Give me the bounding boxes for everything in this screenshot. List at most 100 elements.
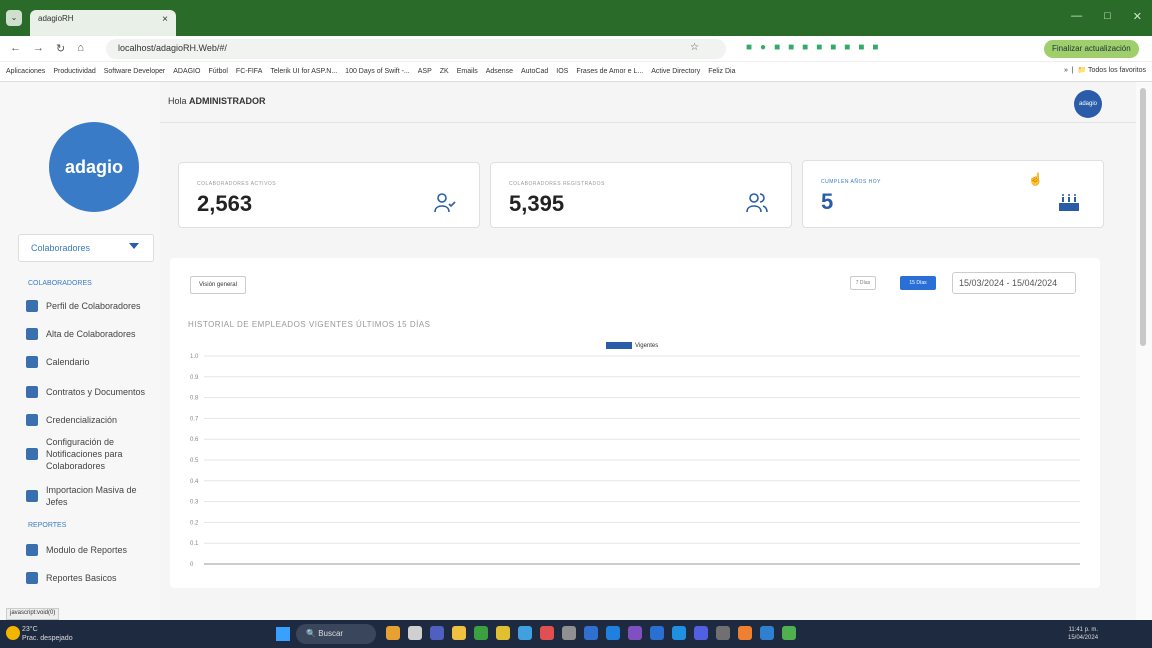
sidebar-item-notificaciones[interactable]: Configuración de Notificaciones para Col…: [26, 436, 156, 472]
bookmark-item[interactable]: Frases de Amor e L...: [576, 68, 643, 75]
bookmarks-more[interactable]: »: [1064, 67, 1068, 74]
bookmark-item[interactable]: Aplicaciones: [6, 68, 45, 75]
weather-widget[interactable]: 23°C Prac. despejado: [22, 625, 73, 643]
bookmark-star-icon[interactable]: ☆: [690, 42, 699, 53]
bookmark-item[interactable]: IOS: [556, 68, 568, 75]
windows-start-icon[interactable]: [276, 627, 290, 641]
sidebar-item-modulo-reportes[interactable]: Modulo de Reportes: [26, 544, 156, 556]
vscode-icon[interactable]: [650, 626, 664, 640]
greeting-text: Hola: [168, 96, 187, 106]
sidebar-item-perfil[interactable]: Perfil de Colaboradores: [26, 300, 156, 312]
card-value: 5: [821, 189, 834, 214]
users-icon: [26, 490, 38, 502]
browser-tab[interactable]: adagioRH ×: [30, 10, 176, 36]
app-icon[interactable]: [408, 626, 422, 640]
sidebar-item-reportes-basicos[interactable]: Reportes Basicos: [26, 572, 156, 584]
bookmark-item[interactable]: FC-FIFA: [236, 68, 262, 75]
tab-menu-button[interactable]: ⌄: [6, 10, 22, 26]
chrome-icon[interactable]: [474, 626, 488, 640]
cake-icon: [1057, 189, 1081, 219]
address-bar-row: ← → ↻ ⌂ localhost/adagioRH.Web/#/ ☆ ■●■■…: [0, 36, 1152, 62]
bookmark-item[interactable]: Software Developer: [104, 68, 165, 75]
sidebar: adagio Colaboradores COLABORADORES Perfi…: [0, 82, 160, 620]
sidebar-item-label: Modulo de Reportes: [46, 545, 128, 555]
y-tick-label: 0.5: [190, 458, 199, 464]
app-icon[interactable]: [760, 626, 774, 640]
bookmark-item[interactable]: Active Directory: [651, 68, 700, 75]
clock-time: 11:41 p. m.: [1068, 627, 1099, 633]
minimize-button[interactable]: —: [1071, 10, 1082, 23]
sidebar-item-alta[interactable]: Alta de Colaboradores: [26, 328, 156, 340]
chevron-down-icon: [129, 243, 139, 249]
sidebar-item-label: Perfil de Colaboradores: [46, 301, 141, 311]
bookmark-item[interactable]: Emails: [457, 68, 478, 75]
bookmark-item[interactable]: 100 Days of Swift -...: [345, 68, 410, 75]
app-icon[interactable]: [386, 626, 400, 640]
sidebar-item-contratos[interactable]: Contratos y Documentos: [26, 386, 156, 398]
folder-icon[interactable]: [452, 626, 466, 640]
bookmark-item[interactable]: Adsense: [486, 68, 513, 75]
browser-titlebar: ⌄ adagioRH × — □ ✕: [0, 0, 1152, 36]
app-icon[interactable]: [738, 626, 752, 640]
sidebar-item-calendario[interactable]: Calendario: [26, 356, 156, 368]
chart-canvas: 1.0 0.9 0.8 0.7 0.6 0.5 0.4 0.3 0.2 0.1 0: [190, 354, 1080, 568]
bookmark-item[interactable]: Feliz Dia: [708, 68, 735, 75]
users-icon: [26, 300, 38, 312]
sidebar-item-label: Credencialización: [46, 415, 118, 425]
back-icon[interactable]: ←: [10, 42, 21, 55]
close-button[interactable]: ✕: [1133, 10, 1142, 23]
sidebar-item-label: Reportes Basicos: [46, 573, 117, 583]
app-icon[interactable]: [606, 626, 620, 640]
bookmark-item[interactable]: AutoCad: [521, 68, 548, 75]
avatar[interactable]: adagio: [1074, 90, 1102, 118]
app-icon[interactable]: [540, 626, 554, 640]
y-tick-label: 1.0: [190, 354, 199, 360]
bookmark-item[interactable]: ZK: [440, 68, 449, 75]
bookmark-item[interactable]: Telerik UI for ASP.N...: [270, 68, 337, 75]
y-tick-label: 0: [190, 562, 194, 568]
extensions-toolbar[interactable]: ■●■■■■■■■■: [746, 42, 886, 53]
forward-icon[interactable]: →: [33, 42, 44, 55]
reload-icon[interactable]: ↻: [56, 42, 65, 55]
module-selector[interactable]: Colaboradores: [18, 234, 154, 262]
section-colaboradores: COLABORADORES: [28, 280, 92, 287]
url-input[interactable]: localhost/adagioRH.Web/#/: [106, 39, 726, 59]
taskbar-search[interactable]: 🔍 Buscar: [296, 624, 376, 644]
tab-close-icon[interactable]: ×: [162, 14, 168, 25]
bookmark-item[interactable]: ASP: [418, 68, 432, 75]
bookmark-item[interactable]: Productividad: [53, 68, 95, 75]
taskbar-clock[interactable]: 11:41 p. m. 15/04/2024: [1068, 626, 1098, 642]
discord-icon[interactable]: [694, 626, 708, 640]
maximize-button[interactable]: □: [1104, 10, 1111, 23]
bar-chart-icon: [26, 544, 38, 556]
card-label: COLABORADORES REGISTRADOS: [509, 181, 605, 187]
scrollbar[interactable]: [1136, 82, 1152, 620]
chrome-icon[interactable]: [496, 626, 510, 640]
bookmark-item[interactable]: ADAGIO: [173, 68, 200, 75]
vs-icon[interactable]: [628, 626, 642, 640]
chrome-icon[interactable]: [518, 626, 532, 640]
bookmark-item[interactable]: Fútbol: [208, 68, 227, 75]
update-button[interactable]: Finalizar actualización: [1044, 40, 1139, 58]
chrome-icon[interactable]: [782, 626, 796, 640]
header-divider: [160, 122, 1136, 123]
taskbar-apps: [386, 626, 796, 640]
scrollbar-thumb[interactable]: [1140, 88, 1146, 346]
y-tick-label: 0.9: [190, 375, 199, 381]
weather-temp: 23°C: [22, 626, 38, 633]
tab-title: adagioRH: [38, 14, 74, 23]
card-value: 5,395: [509, 191, 565, 216]
card-cumpleanos: CUMPLEN AÑOS HOY 5: [802, 160, 1104, 228]
home-icon[interactable]: ⌂: [77, 42, 84, 55]
app-icon[interactable]: [584, 626, 598, 640]
sidebar-item-credencializacion[interactable]: Credencialización: [26, 414, 156, 426]
app-icon[interactable]: [672, 626, 686, 640]
card-activos: COLABORADORES ACTIVOS 2,563: [178, 162, 480, 228]
app-icon[interactable]: [716, 626, 730, 640]
sidebar-item-label: Alta de Colaboradores: [46, 329, 136, 339]
bookmarks-all[interactable]: Todos los favoritos: [1088, 67, 1146, 74]
app-icon[interactable]: [430, 626, 444, 640]
terminal-icon[interactable]: [562, 626, 576, 640]
sidebar-item-importacion[interactable]: Importacion Masiva de Jefes: [26, 484, 156, 508]
bookmarks-right: » | 📁 Todos los favoritos: [1063, 66, 1146, 74]
